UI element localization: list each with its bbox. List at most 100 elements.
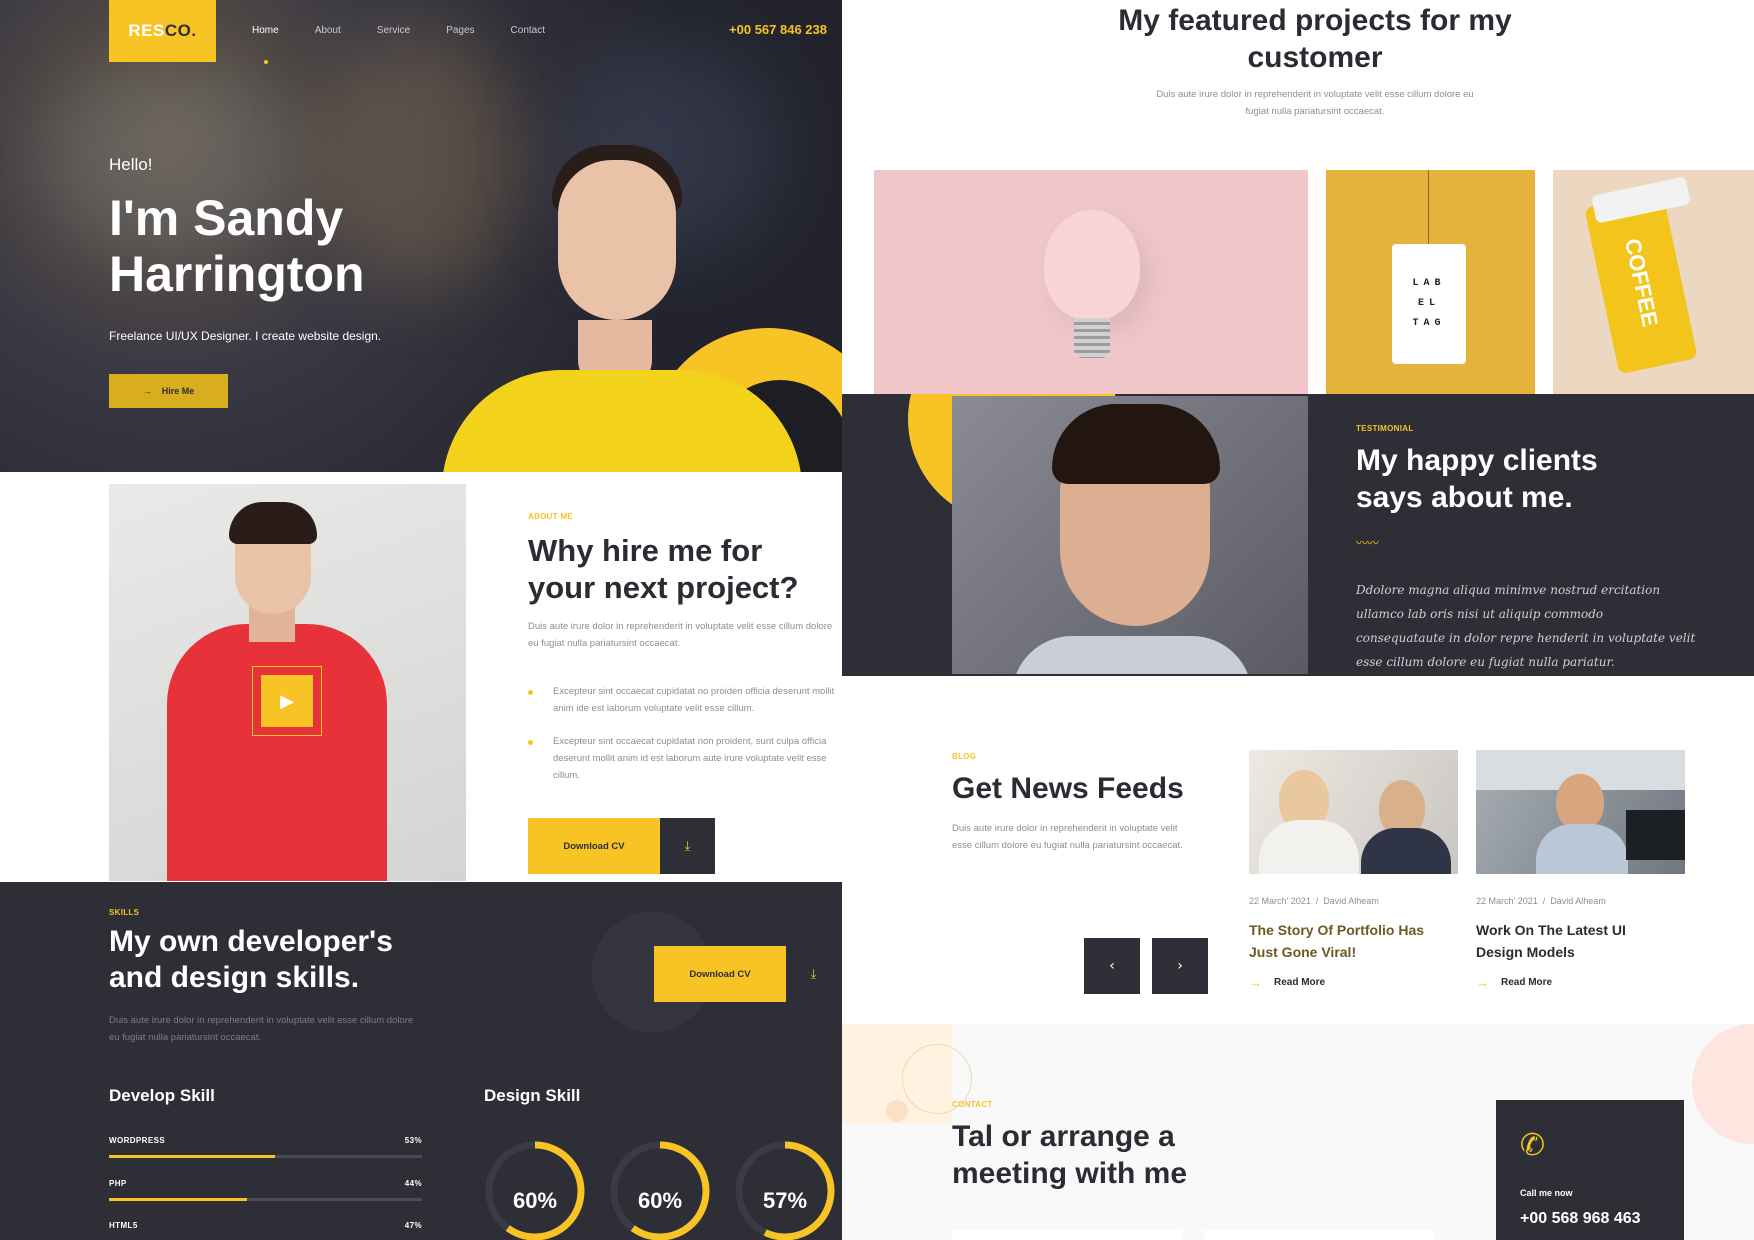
gauge-label: 60%: [513, 1188, 557, 1213]
download-cv-button[interactable]: Download CV ⤓: [528, 818, 715, 874]
skills-title: My own developer's and design skills.: [109, 925, 393, 994]
arrow-right-icon: →: [1476, 975, 1489, 990]
skills-download-cv-button[interactable]: Download CV ⤓: [654, 946, 841, 1002]
about-section: ▶ ABOUT ME Why hire me for your next pro…: [0, 472, 842, 882]
nav-home[interactable]: Home: [252, 25, 279, 36]
nav-about[interactable]: About: [315, 25, 341, 36]
blog-person-body: [1259, 820, 1359, 874]
skills-tag: SKILLS: [109, 908, 140, 917]
projects-title: My featured projects for my customer: [1118, 4, 1512, 74]
about-intro: Duis aute irure dolor in reprehenderit i…: [528, 621, 833, 649]
about-photo-hair: [229, 502, 317, 544]
skill-percent: 47%: [404, 1221, 422, 1230]
hire-me-label: Hire Me: [161, 386, 195, 396]
nav-contact[interactable]: Contact: [511, 25, 545, 36]
skill-bar-html5: HTML5 47%: [109, 1221, 422, 1230]
blog-post-title-2[interactable]: Work On The Latest UI Design Models: [1476, 919, 1676, 963]
read-more-label: Read More: [1501, 977, 1553, 988]
label-tag-card: LAB EL TAG: [1392, 244, 1466, 364]
testimonial-quote: Ddolore magna aliqua minimve nostrud erc…: [1356, 583, 1696, 669]
hire-me-button[interactable]: → Hire Me: [109, 374, 228, 408]
play-icon: ▶: [280, 690, 294, 712]
design-gauge-1: 60%: [485, 1141, 585, 1240]
design-skill-title: Design Skill: [484, 1086, 581, 1105]
blog-post-image-1[interactable]: [1249, 750, 1458, 874]
call-number: +00 568 968 463: [1520, 1210, 1641, 1227]
tag-string: [1428, 170, 1429, 246]
carousel-prev-button[interactable]: ‹: [1084, 938, 1140, 994]
logo-res: RES: [128, 21, 165, 40]
client-shirt: [1012, 636, 1252, 674]
post-author: David Alheam: [1323, 896, 1379, 906]
chevron-left-icon: ‹: [1109, 958, 1115, 974]
call-label: Call me now: [1520, 1188, 1573, 1198]
skill-fill: [109, 1155, 275, 1158]
skill-bar-php: PHP 44%: [109, 1179, 422, 1201]
skill-name: HTML5: [109, 1221, 138, 1230]
client-hair: [1052, 404, 1220, 484]
read-more-link-2[interactable]: → Read More: [1476, 975, 1552, 990]
skills-section: SKILLS My own developer's and design ski…: [0, 882, 842, 1240]
site-logo[interactable]: RES CO.: [109, 0, 216, 62]
client-photo: [952, 396, 1308, 674]
read-more-link-1[interactable]: → Read More: [1249, 975, 1325, 990]
project-card-coffee-cup[interactable]: COFFEE: [1553, 170, 1754, 394]
skill-name: PHP: [109, 1179, 127, 1188]
header-phone[interactable]: +00 567 846 238: [677, 22, 827, 37]
phone-icon: ✆: [1520, 1128, 1546, 1163]
blog-person-body: [1536, 824, 1628, 874]
about-photo-sweater: [167, 624, 387, 881]
testimonial-tag: TESTIMONIAL: [1356, 424, 1414, 433]
skills-intro: Duis aute irure dolor in reprehenderit i…: [109, 1015, 414, 1043]
develop-skill-title: Develop Skill: [109, 1086, 215, 1105]
blog-post-title-1[interactable]: The Story Of Portfolio Has Just Gone Vir…: [1249, 919, 1449, 963]
bullet-dot: [528, 690, 533, 695]
post-date: 22 March' 2021: [1249, 896, 1311, 906]
nav-service[interactable]: Service: [377, 25, 410, 36]
contact-deco-blob: [1692, 1024, 1754, 1144]
blog-person-body: [1361, 828, 1451, 874]
blog-post-image-2[interactable]: [1476, 750, 1685, 874]
projects-intro: Duis aute irure dolor in reprehenderit i…: [1156, 89, 1474, 117]
skill-bar-wordpress: WORDPRESS 53%: [109, 1136, 422, 1158]
arrow-right-icon: →: [1249, 975, 1262, 990]
nav-pages[interactable]: Pages: [446, 25, 474, 36]
chevron-right-icon: ›: [1177, 958, 1183, 974]
tag-line: TAG: [1412, 318, 1446, 329]
monitor: [1626, 810, 1685, 860]
play-button[interactable]: ▶: [261, 675, 313, 727]
blog-title: Get News Feeds: [952, 772, 1184, 805]
project-card-label-tag[interactable]: LAB EL TAG: [1326, 170, 1535, 394]
post-author: David Alheam: [1550, 896, 1606, 906]
download-icon: ⤓: [786, 946, 841, 1002]
arrow-right-icon: →: [142, 386, 152, 396]
hero-name: I'm Sandy Harrington: [109, 190, 365, 302]
blog-intro: Duis aute irure dolor in reprehenderit i…: [952, 823, 1183, 851]
about-title: Why hire me for your next project?: [528, 533, 799, 605]
blog-tag: BLOG: [952, 752, 977, 761]
video-play-frame: ▶: [252, 666, 322, 736]
project-card-lightbulb[interactable]: [874, 170, 1308, 394]
contact-email-input[interactable]: [1204, 1230, 1434, 1240]
blog-meta-2: 22 March' 2021 / David Alheam: [1476, 896, 1606, 906]
contact-name-input[interactable]: [952, 1230, 1182, 1240]
hero-greeting: Hello!: [109, 155, 153, 174]
about-tag: ABOUT ME: [528, 512, 574, 521]
read-more-label: Read More: [1274, 977, 1326, 988]
gauge-label: 60%: [638, 1188, 682, 1213]
lightbulb-base: [1074, 318, 1110, 358]
download-cv-label: Download CV: [528, 818, 660, 874]
contact-deco-dot: [886, 1100, 908, 1122]
post-date: 22 March' 2021: [1476, 896, 1538, 906]
hero-section: RES CO. Home About Service Pages Contact …: [0, 0, 842, 472]
bullet-dot: [528, 740, 533, 745]
call-box[interactable]: ✆ Call me now +00 568 968 463: [1496, 1100, 1684, 1240]
tag-line: EL: [1417, 298, 1440, 309]
blog-meta-1: 22 March' 2021 / David Alheam: [1249, 896, 1379, 906]
lightbulb-icon: [1044, 210, 1140, 320]
hero-portrait-face: [558, 160, 676, 320]
about-bullet-2: Excepteur sint occaecat cupidatat non pr…: [553, 736, 827, 781]
gauge-label: 57%: [763, 1188, 807, 1213]
carousel-next-button[interactable]: ›: [1152, 938, 1208, 994]
logo-co: CO.: [164, 21, 197, 40]
